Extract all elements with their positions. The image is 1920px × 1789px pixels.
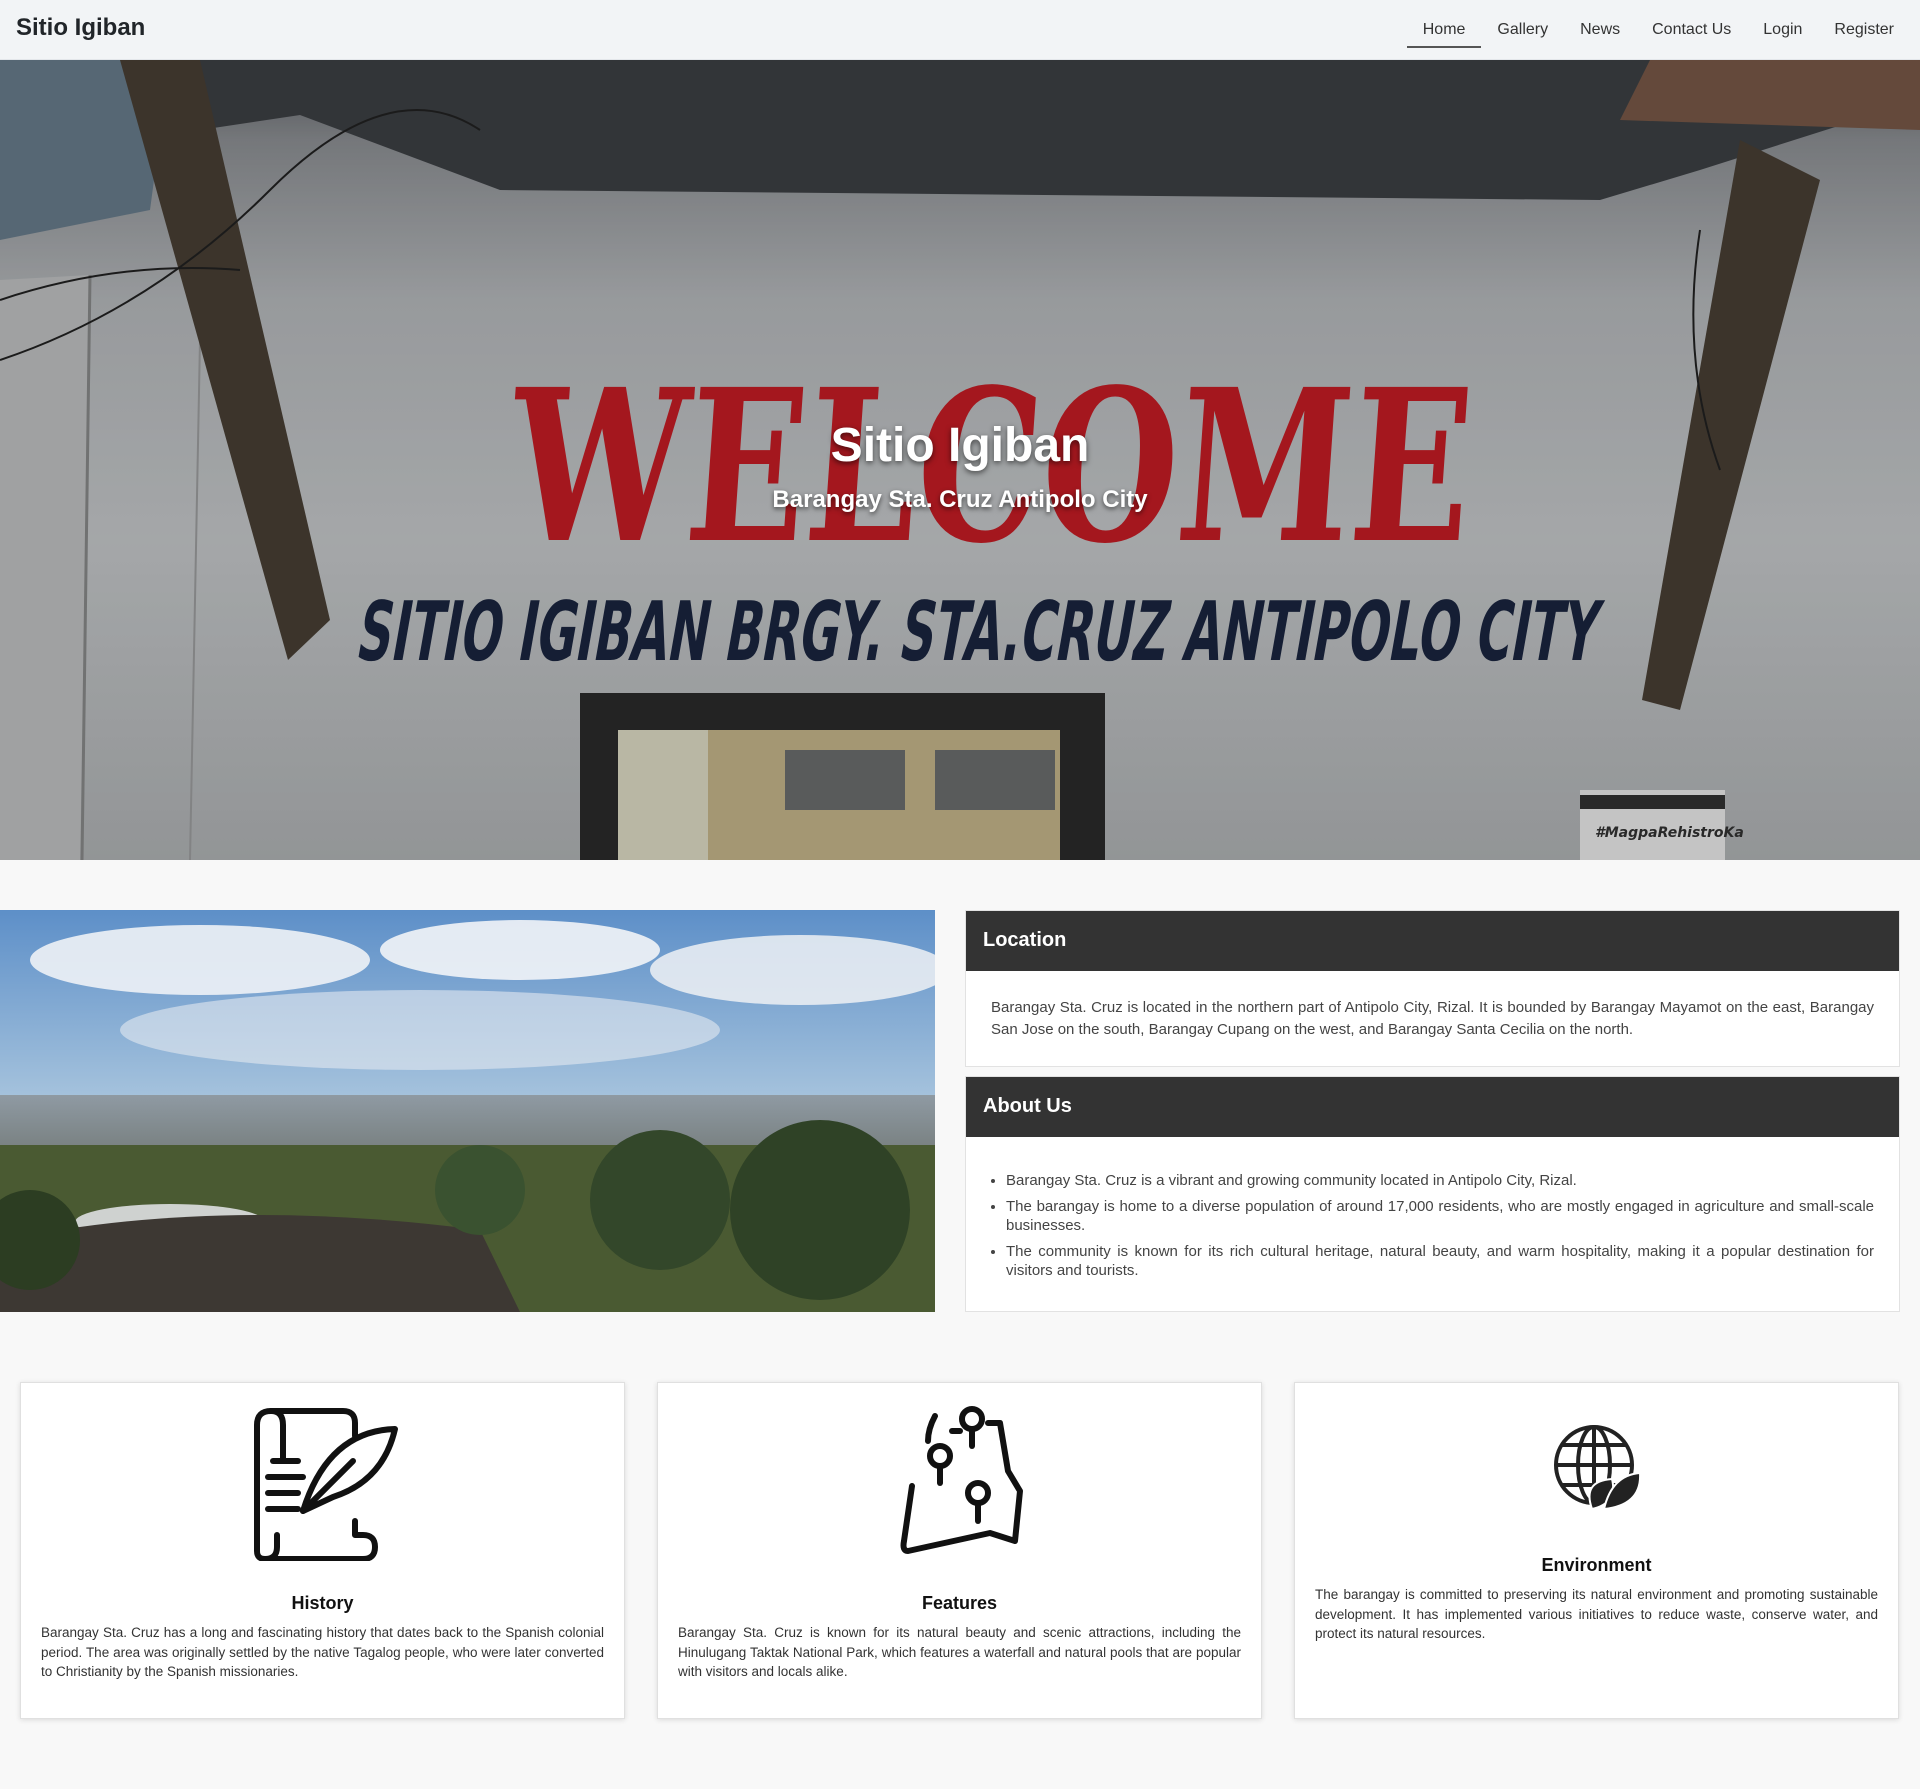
brand-logo[interactable]: Sitio Igiban	[16, 14, 145, 42]
location-text: Barangay Sta. Cruz is located in the nor…	[991, 999, 1874, 1038]
scroll-quill-icon	[253, 1408, 398, 1561]
hero-banner: WELCOME SITIO IGIBAN BRGY. STA.CRUZ ANTI…	[0, 60, 1920, 860]
about-list: Barangay Sta. Cruz is a vibrant and grow…	[991, 1171, 1874, 1280]
nav-gallery[interactable]: Gallery	[1481, 0, 1564, 60]
map-pins-icon	[900, 1406, 1023, 1554]
nav-news[interactable]: News	[1564, 0, 1636, 60]
landscape-photo	[0, 910, 935, 1312]
features-text: Barangay Sta. Cruz is known for its natu…	[678, 1625, 1241, 1679]
location-panel: Location Barangay Sta. Cruz is located i…	[965, 910, 1900, 1067]
history-title: History	[291, 1593, 354, 1613]
environment-text: The barangay is committed to preserving …	[1315, 1587, 1878, 1641]
nav-home[interactable]: Home	[1406, 0, 1482, 60]
environment-card: Environment The barangay is committed to…	[1294, 1382, 1899, 1719]
about-heading: About Us	[966, 1077, 1899, 1137]
history-card: History Barangay Sta. Cruz has a long an…	[20, 1382, 625, 1719]
features-card: Features Barangay Sta. Cruz is known for…	[657, 1382, 1262, 1719]
hero-subtitle: Barangay Sta. Cruz Antipolo City	[772, 486, 1148, 513]
features-title: Features	[921, 1593, 998, 1613]
about-list-item: Barangay Sta. Cruz is a vibrant and grow…	[1006, 1171, 1874, 1190]
globe-leaf-icon	[1553, 1425, 1641, 1511]
about-list-item: The community is known for its rich cult…	[1006, 1242, 1874, 1280]
hero-title: Sitio Igiban	[830, 419, 1090, 472]
about-body: Barangay Sta. Cruz is a vibrant and grow…	[966, 1137, 1899, 1313]
navbar: Sitio Igiban Home Gallery News Contact U…	[0, 0, 1920, 60]
history-text: Barangay Sta. Cruz has a long and fascin…	[41, 1625, 604, 1679]
nav-menu: Home Gallery News Contact Us Login Regis…	[1406, 0, 1910, 60]
nav-login[interactable]: Login	[1747, 0, 1818, 60]
about-list-item: The barangay is home to a diverse popula…	[1006, 1197, 1874, 1235]
nav-register[interactable]: Register	[1818, 0, 1910, 60]
nav-contact-us[interactable]: Contact Us	[1636, 0, 1747, 60]
about-panel: About Us Barangay Sta. Cruz is a vibrant…	[965, 1076, 1900, 1312]
environment-title: Environment	[1541, 1555, 1652, 1575]
location-heading: Location	[966, 911, 1899, 971]
